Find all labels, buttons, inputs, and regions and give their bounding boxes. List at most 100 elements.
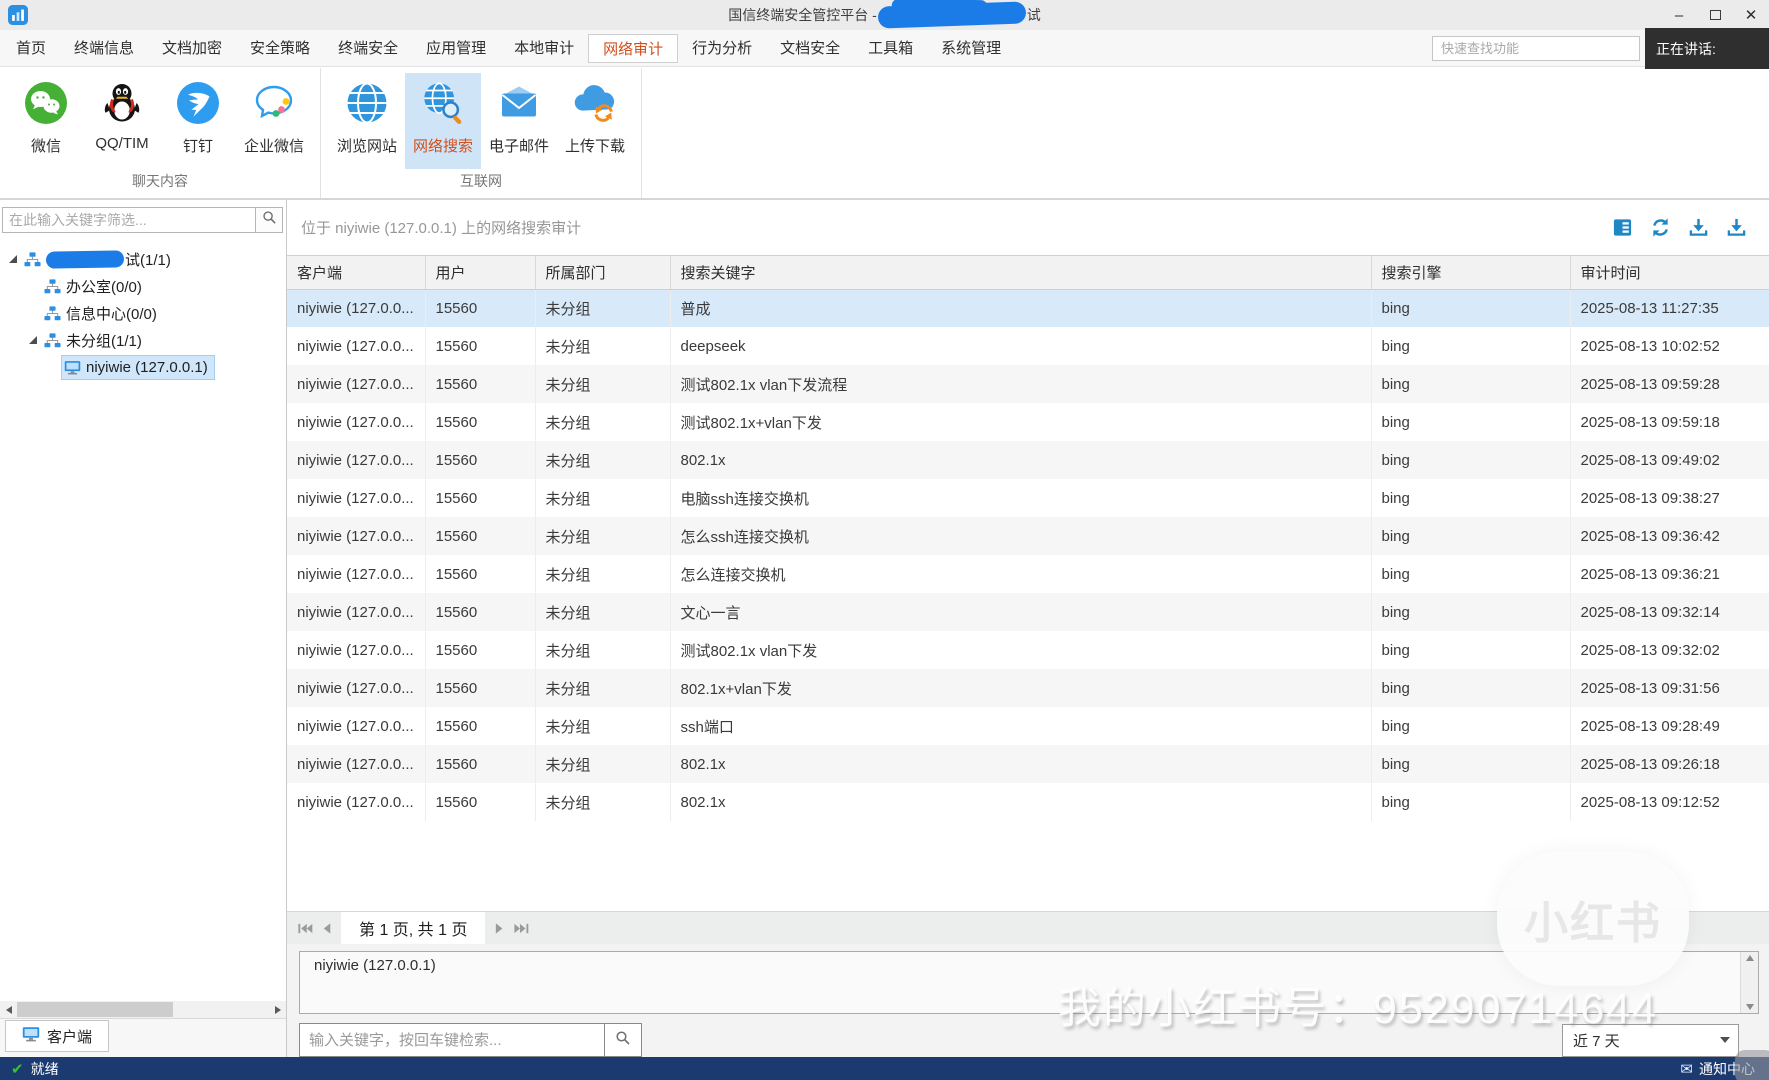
tree-item[interactable]: 未分组(1/1) (0, 327, 286, 354)
column-header-用户[interactable]: 用户 (425, 256, 536, 290)
notification-center[interactable]: ✉ 通知中心 (1680, 1059, 1755, 1079)
tab-本地审计[interactable]: 本地审计 (500, 34, 588, 63)
table-cell: 测试802.1x vlan下发 (670, 631, 1372, 669)
table-cell: 15560 (425, 517, 536, 555)
tab-clients-label: 客户端 (47, 1028, 93, 1046)
scroll-up-arrow-icon[interactable] (1745, 955, 1754, 961)
column-header-所属部门[interactable]: 所属部门 (535, 256, 671, 290)
tab-应用管理[interactable]: 应用管理 (412, 34, 500, 63)
table-row[interactable]: niyiwie (127.0.0... 15560 未分组 测试802.1x+vlan… (287, 403, 1769, 441)
expand-icon[interactable] (26, 333, 41, 348)
keyword-search-input[interactable] (299, 1023, 605, 1057)
tool-浏览网站[interactable]: 浏览网站 (329, 73, 405, 169)
panel-vertical-scrollbar[interactable] (1740, 952, 1758, 1013)
table-row[interactable]: niyiwie (127.0.0... 15560 未分组 文心一言 bing 2025-… (287, 593, 1769, 631)
scrollbar-thumb[interactable] (17, 1002, 174, 1017)
meeting-speaking-overlay[interactable]: 正在讲话: (1645, 28, 1769, 69)
table-cell: bing (1371, 289, 1571, 327)
tree-filter-search-button[interactable] (256, 207, 283, 233)
tab-文档加密[interactable]: 文档加密 (148, 34, 236, 63)
search-icon (262, 210, 277, 230)
tab-首页[interactable]: 首页 (2, 34, 60, 63)
tool-网络搜索[interactable]: 网络搜索 (405, 73, 481, 169)
tree-filter-input[interactable] (2, 207, 256, 233)
expand-icon[interactable] (6, 252, 21, 267)
maximize-button[interactable] (1697, 0, 1733, 30)
scrollbar-track[interactable] (17, 1001, 269, 1018)
download-icon[interactable] (1726, 217, 1747, 238)
tree-item[interactable]: 试(1/1) (0, 246, 286, 273)
prev-page-button[interactable] (316, 915, 338, 941)
menu-bar: 首页 终端信息 文档加密 安全策略 终端安全 应用管理 本地审计 网络审计 行为分析 文档安全 工具… (0, 30, 1769, 67)
column-header-审计时间[interactable]: 审计时间 (1570, 256, 1769, 290)
first-page-button[interactable] (294, 915, 316, 941)
table-cell: 2025-08-13 09:59:18 (1580, 413, 1720, 431)
main-panel: 位于 niyiwie (127.0.0.1) 上的网络搜索审计 客户端 用户 所属部… (287, 200, 1769, 1057)
client-detail-item[interactable]: niyiwie (127.0.0.1) (300, 952, 1758, 974)
export-icon[interactable] (1688, 217, 1709, 238)
tool-钉钉[interactable]: 钉钉 (160, 73, 236, 169)
next-page-button[interactable] (488, 915, 510, 941)
tool-上传下载[interactable]: 上传下载 (557, 73, 633, 169)
tree-item[interactable]: 办公室(0/0) (0, 273, 286, 300)
tab-clients[interactable]: 客户端 (5, 1020, 110, 1052)
tab-文档安全[interactable]: 文档安全 (766, 34, 854, 63)
table-row[interactable]: niyiwie (127.0.0... 15560 未分组 怎么ssh连接交换机 bin… (287, 517, 1769, 555)
table-row[interactable]: niyiwie (127.0.0... 15560 未分组 802.1x bing 202… (287, 745, 1769, 783)
table-cell: 未分组 (535, 555, 671, 593)
scroll-left-arrow-icon[interactable] (0, 1001, 17, 1018)
tool-label: QQ/TIM (95, 135, 149, 152)
table-row[interactable]: niyiwie (127.0.0... 15560 未分组 802.1x bing 202… (287, 783, 1769, 821)
tab-安全策略[interactable]: 安全策略 (236, 34, 324, 63)
tree-item-label: 试(1/1) (125, 252, 171, 269)
table-row[interactable]: niyiwie (127.0.0... 15560 未分组 802.1x bing 202… (287, 441, 1769, 479)
column-header-客户端[interactable]: 客户端 (287, 256, 426, 290)
last-page-button[interactable] (510, 915, 532, 941)
tab-网络审计[interactable]: 网络审计 (588, 33, 679, 63)
mail-icon (496, 80, 542, 126)
keyword-search-button[interactable] (605, 1023, 642, 1057)
detail-view-icon[interactable] (1612, 217, 1633, 238)
table-cell: 文心一言 (670, 593, 1372, 631)
table-cell: 2025-08-13 09:59:28 (1580, 375, 1720, 393)
sidebar-horizontal-scrollbar[interactable] (0, 1001, 286, 1018)
tab-系统管理[interactable]: 系统管理 (927, 34, 1015, 63)
table-row[interactable]: niyiwie (127.0.0... 15560 未分组 电脑ssh连接交换机 bin… (287, 479, 1769, 517)
table-cell: bing (1371, 745, 1571, 783)
tab-终端信息[interactable]: 终端信息 (60, 34, 148, 63)
table-row[interactable]: niyiwie (127.0.0... 15560 未分组 普成 bing 2025-08… (287, 289, 1769, 327)
table-row[interactable]: niyiwie (127.0.0... 15560 未分组 测试802.1x vlan… (287, 631, 1769, 669)
table-cell: 2025-08-13 09:36:21 (1580, 565, 1720, 583)
column-header-搜索引擎[interactable]: 搜索引擎 (1371, 256, 1571, 290)
browse-globe-icon (344, 80, 390, 126)
scroll-down-arrow-icon[interactable] (1745, 1004, 1754, 1010)
table-cell: 15560 (425, 479, 536, 517)
table-row[interactable]: niyiwie (127.0.0... 15560 未分组 ssh端口 bing 2025… (287, 707, 1769, 745)
tool-电子邮件[interactable]: 电子邮件 (481, 73, 557, 169)
tool-企业微信[interactable]: 企业微信 (236, 73, 312, 169)
table-row[interactable]: niyiwie (127.0.0... 15560 未分组 怎么连接交换机 bing 20… (287, 555, 1769, 593)
tree-item[interactable]: 信息中心(0/0) (0, 300, 286, 327)
tree-item[interactable]: niyiwie (127.0.0.1) (0, 354, 286, 381)
table-cell: 未分组 (535, 593, 671, 631)
minimize-button[interactable]: – (1661, 0, 1697, 30)
table-cell: niyiwie (127.0.0... (287, 517, 426, 555)
tool-QQ/TIM[interactable]: QQ/TIM (84, 73, 160, 169)
tool-微信[interactable]: 微信 (8, 73, 84, 169)
pagination-bar: 第 1 页, 共 1 页 (287, 911, 1769, 945)
close-button[interactable]: ✕ (1733, 0, 1769, 30)
tab-工具箱[interactable]: 工具箱 (854, 34, 927, 63)
window-title-text: 国信终端安全管控平台 - (728, 7, 877, 23)
tab-行为分析[interactable]: 行为分析 (678, 34, 766, 63)
table-row[interactable]: niyiwie (127.0.0... 15560 未分组 802.1x+vlan下发… (287, 669, 1769, 707)
tab-终端安全[interactable]: 终端安全 (324, 34, 412, 63)
table-cell: 15560 (425, 289, 536, 327)
column-header-搜索关键字[interactable]: 搜索关键字 (670, 256, 1372, 290)
quick-search-input[interactable] (1432, 36, 1640, 61)
table-row[interactable]: niyiwie (127.0.0... 15560 未分组 deepseek bing 2… (287, 327, 1769, 365)
date-range-select[interactable]: 近 7 天 (1562, 1023, 1739, 1057)
refresh-icon[interactable] (1650, 217, 1671, 238)
table-row[interactable]: niyiwie (127.0.0... 15560 未分组 测试802.1x vlan… (287, 365, 1769, 403)
bottom-zone: niyiwie (127.0.0.1) 近 7 天 (287, 944, 1769, 1057)
scroll-right-arrow-icon[interactable] (269, 1001, 286, 1018)
